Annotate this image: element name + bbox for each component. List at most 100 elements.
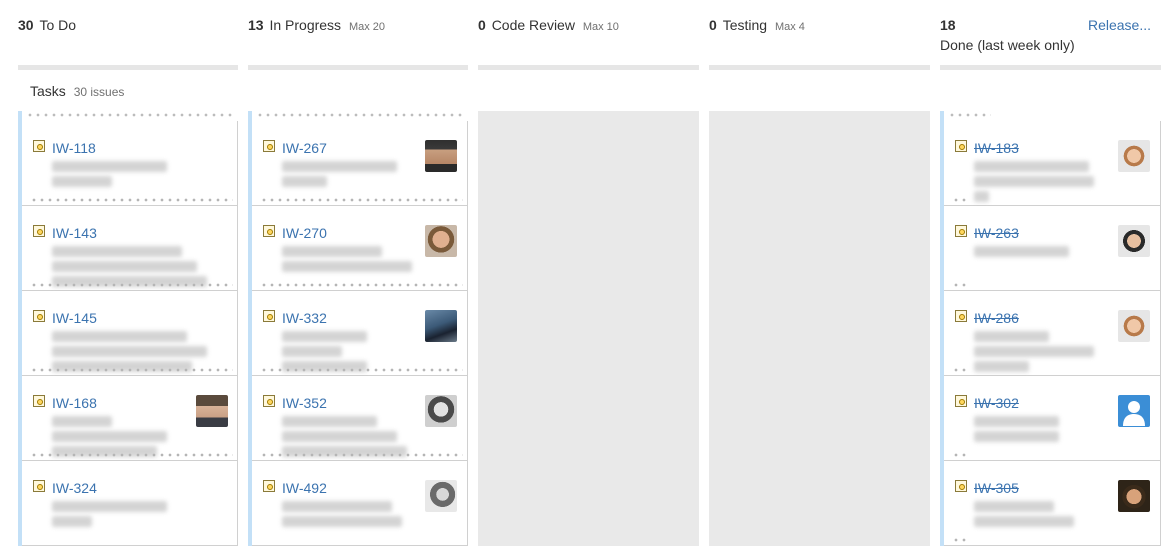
issue-card[interactable]: IW-352 <box>252 376 468 461</box>
column-header-bar <box>248 65 468 70</box>
task-icon <box>955 310 967 322</box>
issue-summary-redacted <box>974 242 1104 257</box>
task-icon <box>955 395 967 407</box>
issue-card[interactable]: IW-270 <box>252 206 468 291</box>
issue-summary-redacted <box>52 242 207 287</box>
issue-summary-redacted <box>282 242 417 272</box>
default-avatar-icon[interactable] <box>1118 395 1150 427</box>
agile-board: 30 To Do 13 In Progress Max 20 0 Code Re… <box>0 0 1172 546</box>
column-max: Max 20 <box>348 21 386 33</box>
issue-card[interactable]: IW-143 <box>22 206 238 291</box>
user-avatar[interactable] <box>425 480 457 512</box>
task-icon <box>33 310 45 322</box>
user-avatar[interactable] <box>1118 310 1150 342</box>
column-header-bar <box>478 65 699 70</box>
drag-grip <box>260 198 463 202</box>
issue-key[interactable]: IW-302 <box>974 395 1019 411</box>
swimlane-header[interactable]: Tasks 30 issues <box>30 83 124 99</box>
column-count: 18 <box>940 17 956 33</box>
column-header-bar <box>18 65 238 70</box>
swimlane-name: Tasks <box>30 83 66 99</box>
user-avatar[interactable] <box>425 310 457 342</box>
column-count: 0 <box>709 17 717 33</box>
column-code-review[interactable] <box>478 111 699 546</box>
column-testing[interactable] <box>709 111 930 546</box>
issue-card[interactable]: IW-145 <box>22 291 238 376</box>
drag-grip <box>30 198 233 202</box>
drag-grip <box>30 453 233 457</box>
column-count: 13 <box>248 17 264 33</box>
issue-summary-redacted <box>282 157 412 187</box>
column-header-bar <box>709 65 930 70</box>
task-icon <box>263 480 275 492</box>
issue-card[interactable]: IW-168 <box>22 376 238 461</box>
issue-key[interactable]: IW-332 <box>282 310 327 326</box>
column-name: To Do <box>39 17 77 33</box>
issue-key[interactable]: IW-183 <box>974 140 1019 156</box>
task-icon <box>33 480 45 492</box>
issue-key[interactable]: IW-168 <box>52 395 97 411</box>
column-max: Max 10 <box>582 21 619 33</box>
drag-grip <box>948 113 991 117</box>
issue-summary-redacted <box>52 412 172 457</box>
user-avatar[interactable] <box>1118 225 1150 257</box>
issue-card[interactable]: IW-263 <box>944 206 1161 291</box>
issue-card[interactable]: IW-267 <box>252 121 468 206</box>
issue-key[interactable]: IW-118 <box>52 140 96 156</box>
issue-summary-redacted <box>974 157 1104 202</box>
column-count: 30 <box>18 17 34 33</box>
user-avatar[interactable] <box>425 395 457 427</box>
issue-card[interactable]: IW-118 <box>22 121 238 206</box>
issue-card[interactable]: IW-492 <box>252 461 468 546</box>
task-icon <box>955 480 967 492</box>
task-icon <box>263 225 275 237</box>
issue-summary-redacted <box>52 157 202 187</box>
user-avatar[interactable] <box>196 395 228 427</box>
user-avatar[interactable] <box>425 225 457 257</box>
column-name: Code Review <box>491 17 575 33</box>
task-icon <box>955 140 967 152</box>
issue-card[interactable]: IW-183 <box>944 121 1161 206</box>
column-done: IW-183 IW-263 IW-286 IW-302 IW-305 <box>940 111 1161 546</box>
issue-key[interactable]: IW-267 <box>282 140 327 156</box>
user-avatar[interactable] <box>1118 480 1150 512</box>
issue-summary-redacted <box>52 327 207 372</box>
user-avatar[interactable] <box>425 140 457 172</box>
issue-key[interactable]: IW-270 <box>282 225 327 241</box>
task-icon <box>33 225 45 237</box>
issue-key[interactable]: IW-492 <box>282 480 327 496</box>
issue-key[interactable]: IW-286 <box>974 310 1019 326</box>
user-avatar[interactable] <box>1118 140 1150 172</box>
issue-card[interactable]: IW-305 <box>944 461 1161 546</box>
issue-key[interactable]: IW-145 <box>52 310 97 326</box>
task-icon <box>955 225 967 237</box>
drag-grip <box>260 368 463 372</box>
issue-card[interactable]: IW-324 <box>22 461 238 546</box>
issue-key[interactable]: IW-352 <box>282 395 327 411</box>
issue-key[interactable]: IW-143 <box>52 225 97 241</box>
drag-grip <box>260 453 463 457</box>
column-name: Done (last week only) <box>940 37 1075 53</box>
drag-grip <box>952 453 970 457</box>
issue-card[interactable]: IW-286 <box>944 291 1161 376</box>
column-header-todo: 30 To Do <box>18 0 238 70</box>
column-header-bar <box>940 65 1161 70</box>
issue-card[interactable]: IW-302 <box>944 376 1161 461</box>
drag-grip <box>952 198 970 202</box>
issue-key[interactable]: IW-305 <box>974 480 1019 496</box>
release-link[interactable]: Release... <box>1088 17 1151 33</box>
drag-grip <box>30 368 233 372</box>
task-icon <box>263 395 275 407</box>
issue-key[interactable]: IW-263 <box>974 225 1019 241</box>
issue-summary-redacted <box>282 327 412 372</box>
column-todo: IW-118 IW-143 IW-145 IW-168 IW-324 <box>18 111 238 546</box>
column-header-code-review: 0 Code Review Max 10 <box>478 0 699 70</box>
issue-card[interactable]: IW-332 <box>252 291 468 376</box>
issue-summary-redacted <box>282 497 412 527</box>
issue-summary-redacted <box>52 497 202 527</box>
column-max: Max 4 <box>774 21 805 33</box>
column-name: Testing <box>722 17 768 33</box>
task-icon <box>263 310 275 322</box>
issue-key[interactable]: IW-324 <box>52 480 97 496</box>
column-in-progress: IW-267 IW-270 IW-332 IW-352 IW-492 <box>248 111 468 546</box>
